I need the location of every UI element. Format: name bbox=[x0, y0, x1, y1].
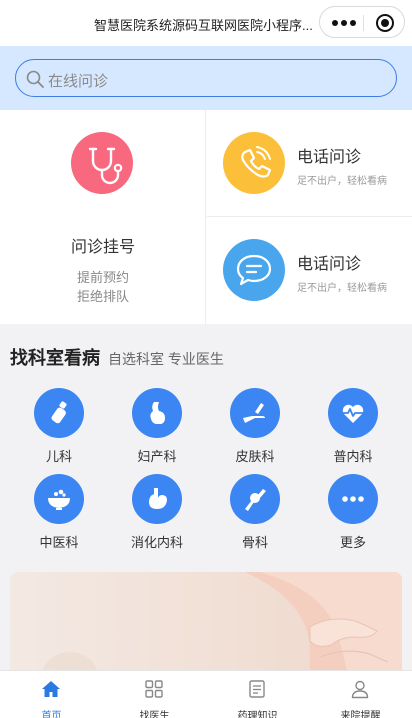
chat-consult-title: 电话问诊 bbox=[297, 256, 362, 273]
dept-label: 普内科 bbox=[333, 449, 373, 464]
dept-dermatology[interactable]: 皮肤科 bbox=[206, 388, 304, 478]
appointment-card[interactable]: 问诊挂号 提前预约 拒绝排队 bbox=[0, 110, 206, 324]
dept-more[interactable]: 更多 bbox=[304, 474, 402, 564]
dept-pediatrics[interactable]: 儿科 bbox=[10, 388, 108, 478]
dept-label: 更多 bbox=[339, 535, 366, 550]
tab-label: 首页 bbox=[41, 711, 62, 718]
tab-visit-reminder[interactable]: 来院提醒 bbox=[309, 671, 412, 718]
herbal-bowl-icon bbox=[34, 474, 84, 524]
close-miniprogram-button[interactable] bbox=[376, 14, 394, 32]
title-bar: 智慧医院系统源码互联网医院小程序... bbox=[0, 0, 412, 46]
skin-care-icon bbox=[230, 388, 280, 438]
dept-label: 儿科 bbox=[45, 449, 72, 464]
bone-joint-icon bbox=[230, 474, 280, 524]
chat-bubble-icon bbox=[223, 239, 285, 301]
tab-label: 来院提醒 bbox=[340, 711, 381, 718]
tab-find-doctor[interactable]: 找医生 bbox=[103, 671, 206, 718]
tab-label: 找医生 bbox=[139, 711, 170, 718]
phone-consult-card[interactable]: 电话问诊 足不出户，轻松看病 bbox=[207, 110, 412, 217]
capsule-divider bbox=[363, 15, 364, 31]
banner-illustration bbox=[40, 572, 402, 682]
dept-internal-medicine[interactable]: 普内科 bbox=[304, 388, 402, 478]
dept-tcm[interactable]: 中医科 bbox=[10, 474, 108, 564]
phone-consult-title: 电话问诊 bbox=[297, 149, 362, 166]
department-section: 找科室看病 自选科室 专业医生 儿科 妇产科 皮肤科 普内科 中医科 消化内科 … bbox=[0, 324, 412, 569]
dept-obstetrics[interactable]: 妇产科 bbox=[108, 388, 206, 478]
dept-label: 骨科 bbox=[241, 535, 268, 550]
department-header: 找科室看病 自选科室 专业医生 bbox=[10, 344, 224, 370]
bottom-tab-bar: 首页 找医生 药理知识 来院提醒 bbox=[0, 670, 412, 718]
department-subtitle: 自选科室 专业医生 bbox=[108, 351, 224, 367]
more-menu-button[interactable] bbox=[332, 20, 356, 26]
miniprogram-capsule bbox=[319, 6, 405, 38]
dept-orthopedics[interactable]: 骨科 bbox=[206, 474, 304, 564]
tab-label: 药理知识 bbox=[237, 711, 278, 718]
search-icon bbox=[26, 70, 44, 88]
chat-consult-card[interactable]: 电话问诊 足不出户，轻松看病 bbox=[207, 217, 412, 324]
appointment-desc-2: 拒绝排队 bbox=[76, 289, 129, 304]
tab-pharmacology[interactable]: 药理知识 bbox=[206, 671, 309, 718]
tab-home[interactable]: 首页 bbox=[0, 671, 103, 718]
phone-icon bbox=[223, 132, 285, 194]
more-dots-icon bbox=[328, 474, 378, 524]
department-title: 找科室看病 bbox=[10, 348, 100, 368]
user-icon bbox=[351, 680, 369, 699]
grid-icon bbox=[145, 680, 163, 698]
chat-consult-subtitle: 足不出户，轻松看病 bbox=[297, 283, 387, 294]
appointment-desc-1: 提前预约 bbox=[76, 270, 129, 285]
document-icon bbox=[249, 680, 265, 698]
search-placeholder: 在线问诊 bbox=[48, 73, 109, 90]
home-icon bbox=[42, 681, 60, 697]
search-input[interactable]: 在线问诊 bbox=[15, 59, 397, 97]
heartbeat-icon bbox=[328, 388, 378, 438]
dept-label: 中医科 bbox=[39, 535, 79, 550]
promo-banner[interactable] bbox=[10, 572, 402, 682]
dept-label: 消化内科 bbox=[130, 535, 183, 550]
stethoscope-icon bbox=[71, 132, 133, 194]
pregnancy-icon bbox=[132, 388, 182, 438]
service-panel: 问诊挂号 提前预约 拒绝排队 电话问诊 足不出户，轻松看病 电话问诊 足不出户，… bbox=[0, 110, 412, 324]
dept-label: 皮肤科 bbox=[235, 449, 275, 464]
search-section: 在线问诊 bbox=[0, 46, 412, 110]
dept-gastroenterology[interactable]: 消化内科 bbox=[108, 474, 206, 564]
baby-bottle-icon bbox=[34, 388, 84, 438]
appointment-title: 问诊挂号 bbox=[70, 239, 135, 256]
phone-consult-subtitle: 足不出户，轻松看病 bbox=[297, 176, 387, 187]
stomach-icon bbox=[132, 474, 182, 524]
dept-label: 妇产科 bbox=[137, 449, 177, 464]
app-title: 智慧医院系统源码互联网医院小程序... bbox=[94, 18, 313, 33]
